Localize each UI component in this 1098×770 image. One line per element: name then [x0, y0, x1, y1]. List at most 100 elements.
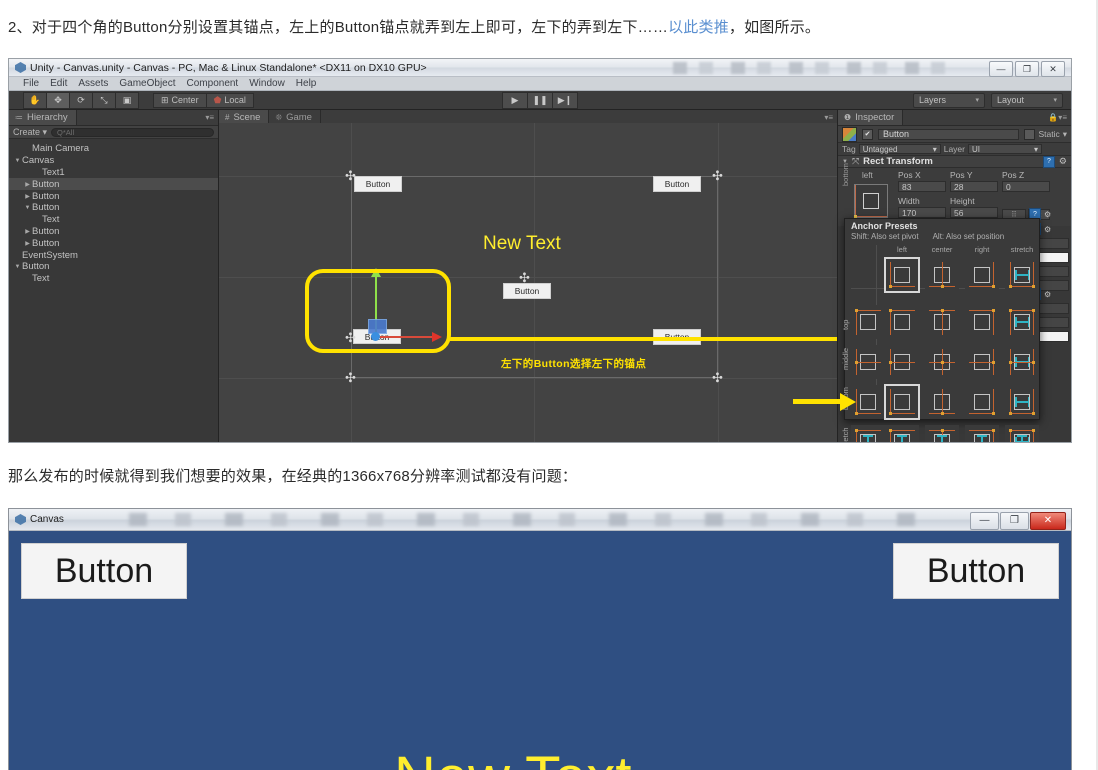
- menu-item-assets[interactable]: Assets: [78, 78, 108, 89]
- object-enabled-checkbox[interactable]: ✔: [862, 128, 873, 140]
- scene-viewport[interactable]: ✣ ✣ ✣ ✣ ✣ Button Button Button Button Bu…: [219, 123, 837, 442]
- anchor-preset-rowpreview-stretch[interactable]: [851, 425, 885, 442]
- anchor-handle-icon[interactable]: ✣: [712, 371, 723, 384]
- canvas-minimize-button[interactable]: —: [970, 512, 999, 530]
- canvas-button-top-right[interactable]: Button: [893, 543, 1059, 599]
- layer-dropdown[interactable]: UI ▾: [967, 144, 1042, 154]
- help-icon[interactable]: ?: [1042, 155, 1055, 168]
- menu-item-help[interactable]: Help: [296, 78, 317, 89]
- static-checkbox[interactable]: [1024, 128, 1036, 140]
- twirl-closed-icon[interactable]: ▶: [23, 181, 32, 188]
- space-mode-button[interactable]: ⬟ Local: [205, 92, 254, 108]
- pivot-mode-button[interactable]: ⊞ Center: [153, 92, 206, 108]
- rotate-tool-button[interactable]: ⟳: [69, 91, 92, 109]
- anchor-preset-stretch-top[interactable]: [1005, 305, 1039, 339]
- anchor-preset-rowpreview-bottom[interactable]: [851, 385, 885, 419]
- anchor-preset-preview-stretch[interactable]: [1005, 258, 1039, 292]
- hierarchy-search-input[interactable]: Q*All: [51, 127, 214, 137]
- scale-tool-button[interactable]: ⤡: [92, 91, 115, 109]
- twirl-closed-icon[interactable]: ▶: [23, 240, 32, 247]
- anchor-preset-center-bottom[interactable]: [925, 385, 959, 419]
- hierarchy-item-button-4[interactable]: ▶ Button: [9, 190, 218, 202]
- hierarchy-item-main-camera-0[interactable]: Main Camera: [9, 143, 218, 155]
- scene-menu-icon[interactable]: ▾≡: [824, 113, 833, 122]
- anchor-preset-preview-right[interactable]: [965, 258, 999, 292]
- width-input[interactable]: 170: [898, 207, 946, 218]
- twirl-open-icon[interactable]: ▼: [13, 158, 22, 164]
- pos-z-input[interactable]: 0: [1002, 181, 1050, 192]
- menu-item-gameobject[interactable]: GameObject: [119, 78, 175, 89]
- anchor-preset-rowpreview-middle[interactable]: [851, 345, 885, 379]
- height-input[interactable]: 56: [950, 207, 998, 218]
- hierarchy-menu-icon[interactable]: ▾≡: [205, 113, 214, 122]
- gear-icon[interactable]: ⚙: [1059, 156, 1067, 167]
- layout-dropdown[interactable]: Layout ▾: [991, 92, 1063, 108]
- anchor-preset-center-top[interactable]: [925, 305, 959, 339]
- create-button[interactable]: Create ▾: [13, 127, 47, 138]
- hierarchy-item-text1-2[interactable]: Text1: [9, 167, 218, 179]
- hand-tool-button[interactable]: ✋: [23, 91, 46, 109]
- anchor-preset-right-bottom[interactable]: [965, 385, 999, 419]
- twirl-closed-icon[interactable]: ▶: [23, 193, 32, 200]
- anchor-preset-preview-left[interactable]: [884, 257, 920, 293]
- anchor-preset-preview-center[interactable]: [925, 258, 959, 292]
- canvas-close-button[interactable]: ✕: [1030, 512, 1066, 530]
- unity-close-button[interactable]: ✕: [1041, 61, 1065, 77]
- rect-tool-button[interactable]: ▣: [115, 91, 139, 109]
- static-toggle[interactable]: Static ▾: [1024, 128, 1067, 140]
- rect-transform-component-header[interactable]: ▼ ⤧ Rect Transform ? ⚙: [838, 155, 1071, 168]
- pos-x-input[interactable]: 83: [898, 181, 946, 192]
- step-button[interactable]: ▶❙: [552, 91, 578, 109]
- scene-button-center[interactable]: Button: [503, 283, 551, 299]
- tag-dropdown[interactable]: Untagged ▾: [858, 144, 941, 154]
- twirl-open-icon[interactable]: ▼: [23, 205, 32, 211]
- anchor-preset-left-middle[interactable]: [885, 345, 919, 379]
- tab-hierarchy[interactable]: ≔ Hierarchy: [9, 110, 77, 125]
- anchor-preset-rowpreview-top[interactable]: [851, 305, 885, 339]
- menu-item-window[interactable]: Window: [249, 78, 285, 89]
- hierarchy-item-button-10[interactable]: ▼ Button: [9, 261, 218, 273]
- menu-item-component[interactable]: Component: [187, 78, 239, 89]
- object-name-field[interactable]: Button: [878, 128, 1020, 140]
- tab-inspector[interactable]: ❶ Inspector: [838, 110, 904, 125]
- gear-icon[interactable]: ⚙: [1044, 210, 1051, 219]
- move-tool-button[interactable]: ✥: [46, 91, 69, 109]
- hierarchy-item-button-5[interactable]: ▼ Button: [9, 202, 218, 214]
- anchor-preset-right-top[interactable]: [965, 305, 999, 339]
- anchor-preset-stretch-bottom[interactable]: [1005, 385, 1039, 419]
- scene-button-top-left[interactable]: Button: [354, 176, 402, 192]
- unity-maximize-button[interactable]: ❐: [1015, 61, 1039, 77]
- hierarchy-item-canvas-1[interactable]: ▼ Canvas: [9, 155, 218, 167]
- anchor-presets-popup[interactable]: Anchor Presets Shift: Also set pivot Alt:…: [793, 218, 1040, 442]
- anchor-preset-right-stretch[interactable]: [965, 425, 999, 442]
- anchor-preset-preview-button[interactable]: [854, 184, 888, 218]
- scene-button-top-right[interactable]: Button: [653, 176, 701, 192]
- anchor-preset-stretch-middle[interactable]: [1005, 345, 1039, 379]
- anchor-handle-icon[interactable]: ✣: [712, 169, 723, 182]
- anchor-preset-center-middle[interactable]: [925, 345, 959, 379]
- anchor-handle-icon[interactable]: ✣: [345, 371, 356, 384]
- inspector-menu-icon[interactable]: 🔒▾≡: [1048, 113, 1067, 122]
- hierarchy-item-text-11[interactable]: Text: [9, 273, 218, 285]
- paragraph-1-link[interactable]: 以此类推: [668, 19, 729, 36]
- canvas-button-top-left[interactable]: Button: [21, 543, 187, 599]
- twirl-closed-icon[interactable]: ▶: [23, 228, 32, 235]
- menu-item-edit[interactable]: Edit: [50, 78, 67, 89]
- unity-minimize-button[interactable]: —: [989, 61, 1013, 77]
- anchor-preset-left-stretch[interactable]: [885, 425, 919, 442]
- hierarchy-item-button-8[interactable]: ▶ Button: [9, 237, 218, 249]
- anchor-preset-right-middle[interactable]: [965, 345, 999, 379]
- menu-item-file[interactable]: File: [23, 78, 39, 89]
- twirl-open-icon[interactable]: ▼: [13, 264, 22, 270]
- anchor-preset-left-bottom[interactable]: [884, 384, 920, 420]
- pause-button[interactable]: ❚❚: [527, 91, 552, 109]
- anchor-preset-stretch-stretch[interactable]: [1005, 425, 1039, 442]
- anchor-presets-grid[interactable]: left center right stretch top middle bottom str…: [793, 245, 1039, 442]
- layers-dropdown[interactable]: Layers ▾: [913, 92, 985, 108]
- pos-y-input[interactable]: 28: [950, 181, 998, 192]
- hierarchy-item-button-7[interactable]: ▶ Button: [9, 226, 218, 238]
- anchor-preset-left-top[interactable]: [885, 305, 919, 339]
- play-button[interactable]: ▶: [502, 91, 527, 109]
- hierarchy-item-eventsystem-9[interactable]: EventSystem: [9, 249, 218, 261]
- canvas-maximize-button[interactable]: ❐: [1000, 512, 1029, 530]
